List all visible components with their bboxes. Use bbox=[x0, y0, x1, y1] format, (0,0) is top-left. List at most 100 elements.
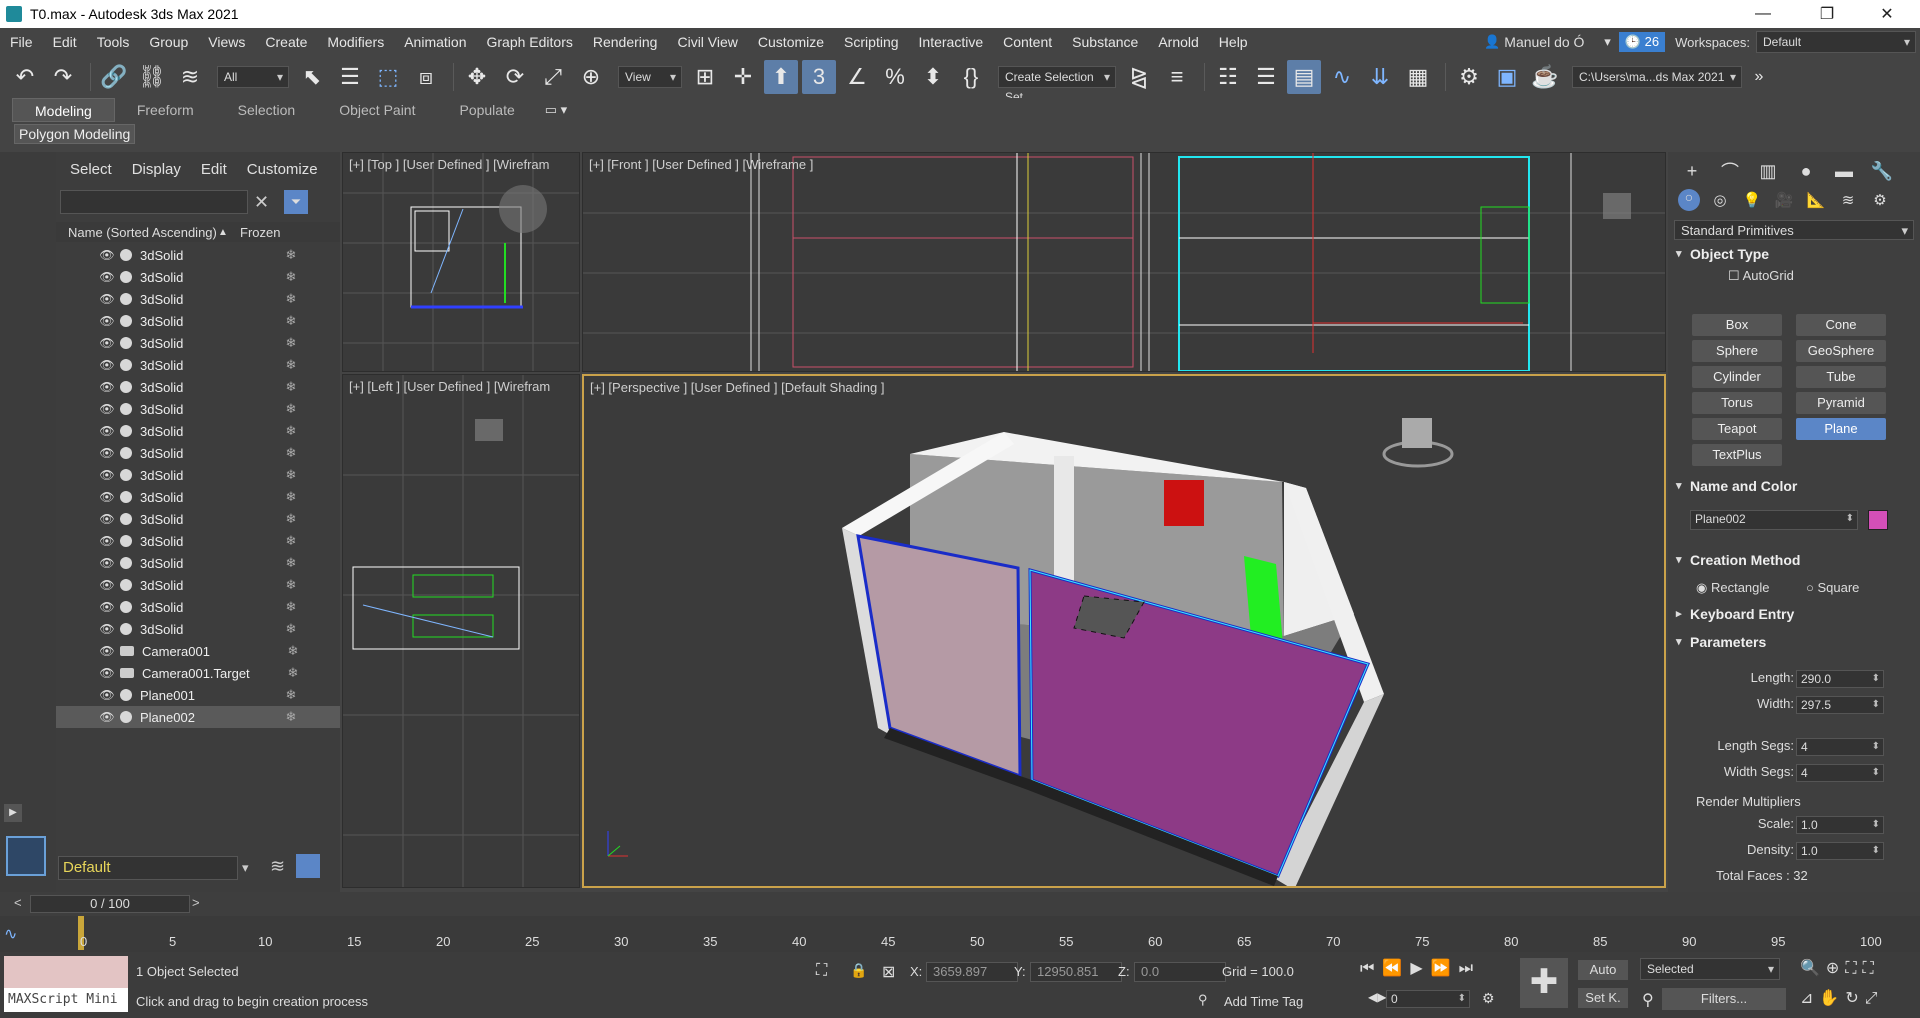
length-spinner[interactable]: 290.0 bbox=[1796, 670, 1884, 688]
visibility-eye-icon[interactable]: 👁 bbox=[98, 534, 116, 548]
geosphere-button[interactable]: GeoSphere bbox=[1796, 340, 1886, 362]
key-filters-button[interactable]: Filters... bbox=[1662, 988, 1786, 1010]
toolbar-overflow-icon[interactable]: » bbox=[1742, 60, 1776, 94]
motion-tab-icon[interactable]: ● bbox=[1792, 161, 1820, 182]
render-icon[interactable]: ☕ bbox=[1528, 60, 1562, 94]
viewport-layout-icon[interactable] bbox=[6, 836, 46, 876]
close-icon[interactable]: ✕ bbox=[1864, 0, 1910, 28]
menu-scripting[interactable]: Scripting bbox=[834, 28, 908, 56]
visibility-eye-icon[interactable]: 👁 bbox=[98, 644, 116, 658]
tube-button[interactable]: Tube bbox=[1796, 366, 1886, 388]
create-tab-icon[interactable]: + bbox=[1678, 161, 1706, 182]
maximize-viewport-icon[interactable]: ⤢ bbox=[1865, 990, 1884, 1007]
tab-selection[interactable]: Selection bbox=[216, 98, 318, 122]
timeline-track[interactable]: ∿ 0 5 10 15 20 25 30 35 40 45 50 55 60 65 70 75 80 85 90 95… bbox=[0, 916, 1920, 952]
lock-icon[interactable]: 🔒 bbox=[850, 962, 867, 979]
menu-modifiers[interactable]: Modifiers bbox=[317, 28, 394, 56]
explorer-row[interactable]: 👁 3dSolid ❄ bbox=[56, 244, 340, 266]
menu-content[interactable]: Content bbox=[993, 28, 1062, 56]
select-by-name-icon[interactable]: ☰ bbox=[333, 60, 367, 94]
goto-start-icon[interactable]: ⏮ bbox=[1360, 960, 1382, 977]
align-icon[interactable]: ≡ bbox=[1160, 60, 1194, 94]
visibility-eye-icon[interactable]: 👁 bbox=[98, 578, 116, 592]
rendered-frame-icon[interactable]: ▣ bbox=[1490, 60, 1524, 94]
menu-views[interactable]: Views bbox=[198, 28, 255, 56]
visibility-eye-icon[interactable]: 👁 bbox=[98, 600, 116, 614]
freeze-icon[interactable]: ❄ bbox=[280, 511, 302, 527]
cameras-icon[interactable]: 🎥 bbox=[1770, 191, 1798, 209]
expand-icon[interactable]: ▶ bbox=[4, 804, 22, 822]
user-dropdown-icon[interactable]: ▾ bbox=[1604, 34, 1611, 50]
isolate-icon[interactable]: ⛶ bbox=[816, 962, 827, 980]
explorer-row[interactable]: 👁 Plane002 ❄ bbox=[56, 706, 340, 728]
key-mode-icon[interactable]: ◀▶ bbox=[1368, 990, 1386, 1004]
redo-icon[interactable]: ↷ bbox=[46, 60, 80, 94]
layer-explorer-icon[interactable]: ☷ bbox=[1211, 60, 1245, 94]
render-setup-icon[interactable]: ⚙ bbox=[1452, 60, 1486, 94]
viewport-front[interactable]: [+] [Front ] [User Defined ] [Wireframe … bbox=[582, 152, 1666, 372]
selection-set-select[interactable]: Create Selection Set bbox=[998, 66, 1116, 104]
freeze-icon[interactable]: ❄ bbox=[280, 401, 302, 417]
key-filter-select[interactable]: Selected bbox=[1640, 958, 1780, 980]
menu-edit[interactable]: Edit bbox=[43, 28, 87, 56]
explorer-row[interactable]: 👁 3dSolid ❄ bbox=[56, 530, 340, 552]
next-frame-icon[interactable]: ⏩ bbox=[1431, 960, 1459, 977]
explorer-row[interactable]: 👁 3dSolid ❄ bbox=[56, 354, 340, 376]
set-key-button[interactable]: Set K. bbox=[1578, 988, 1628, 1008]
parameters-header[interactable]: Parameters bbox=[1668, 630, 1908, 654]
minimize-icon[interactable]: — bbox=[1740, 0, 1786, 28]
zoom-extents-icon[interactable]: ⛶ bbox=[1845, 960, 1862, 977]
current-layer-field[interactable]: Default bbox=[58, 856, 238, 880]
y-coord-field[interactable]: 12950.851 bbox=[1030, 962, 1122, 982]
zoom-icon[interactable]: 🔍 bbox=[1800, 960, 1826, 977]
rectangle-radio[interactable]: ◉ Rectangle bbox=[1696, 580, 1770, 596]
explorer-row[interactable]: 👁 3dSolid ❄ bbox=[56, 420, 340, 442]
move-icon[interactable]: ✥ bbox=[460, 60, 494, 94]
selection-filter-select[interactable]: All bbox=[217, 66, 289, 88]
mirror-icon[interactable]: ⧎ bbox=[1122, 60, 1156, 94]
curve-editor-mini-icon[interactable]: ∿ bbox=[4, 924, 17, 944]
menu-interactive[interactable]: Interactive bbox=[909, 28, 994, 56]
density-spinner[interactable]: 1.0 bbox=[1796, 842, 1884, 860]
unlink-icon[interactable]: ⛓ bbox=[135, 60, 169, 94]
polygon-modeling-button[interactable]: Polygon Modeling bbox=[14, 124, 136, 144]
visibility-eye-icon[interactable]: 👁 bbox=[98, 688, 116, 702]
freeze-icon[interactable]: ❄ bbox=[280, 247, 302, 263]
absolute-mode-icon[interactable]: ⊠ bbox=[882, 962, 895, 982]
visibility-eye-icon[interactable]: 👁 bbox=[98, 468, 116, 482]
explorer-row[interactable]: 👁 Plane001 ❄ bbox=[56, 684, 340, 706]
key-mode-toggle-icon[interactable]: ⚲ bbox=[1642, 990, 1654, 1010]
visibility-eye-icon[interactable]: 👁 bbox=[98, 336, 116, 350]
material-editor-icon[interactable]: ▦ bbox=[1401, 60, 1435, 94]
hierarchy-tab-icon[interactable]: ▥ bbox=[1754, 161, 1782, 182]
visibility-eye-icon[interactable]: 👁 bbox=[98, 292, 116, 306]
explorer-row[interactable]: 👁 3dSolid ❄ bbox=[56, 596, 340, 618]
scale-icon[interactable]: ⤢ bbox=[536, 60, 570, 94]
tab-populate[interactable]: Populate bbox=[437, 98, 536, 122]
autogrid-checkbox[interactable]: ☐ AutoGrid bbox=[1728, 268, 1794, 284]
bind-spacewarp-icon[interactable]: ≋ bbox=[173, 60, 207, 94]
width-spinner[interactable]: 297.5 bbox=[1796, 696, 1884, 714]
viewport-top-label[interactable]: [+] [Top ] [User Defined ] [Wirefram bbox=[349, 157, 549, 172]
visibility-eye-icon[interactable]: 👁 bbox=[98, 622, 116, 636]
menu-customize[interactable]: Customize bbox=[748, 28, 834, 56]
rotate-icon[interactable]: ⟳ bbox=[498, 60, 532, 94]
menu-help[interactable]: Help bbox=[1209, 28, 1258, 56]
ref-coord-select[interactable]: View bbox=[618, 66, 682, 88]
menu-create[interactable]: Create bbox=[255, 28, 317, 56]
object-type-header[interactable]: Object Type bbox=[1668, 242, 1908, 266]
schematic-view-icon[interactable]: ⇊ bbox=[1363, 60, 1397, 94]
explorer-row[interactable]: 👁 3dSolid ❄ bbox=[56, 376, 340, 398]
prev-frame-icon[interactable]: ⏪ bbox=[1382, 960, 1410, 977]
explorer-menu-display[interactable]: Display bbox=[132, 161, 181, 178]
layer-dropdown-icon[interactable]: ▾ bbox=[242, 860, 249, 876]
viewport-perspective-label[interactable]: [+] [Perspective ] [User Defined ] [Defa… bbox=[590, 380, 884, 395]
explorer-row[interactable]: 👁 Camera001 ❄ bbox=[56, 640, 340, 662]
menu-arnold[interactable]: Arnold bbox=[1148, 28, 1208, 56]
teapot-button[interactable]: Teapot bbox=[1692, 418, 1782, 440]
column-frozen-header[interactable]: Frozen bbox=[240, 225, 280, 240]
freeze-icon[interactable]: ❄ bbox=[280, 709, 302, 725]
explorer-row[interactable]: 👁 3dSolid ❄ bbox=[56, 398, 340, 420]
snaps-toggle-icon[interactable]: 3 bbox=[802, 60, 836, 94]
visibility-eye-icon[interactable]: 👁 bbox=[98, 512, 116, 526]
